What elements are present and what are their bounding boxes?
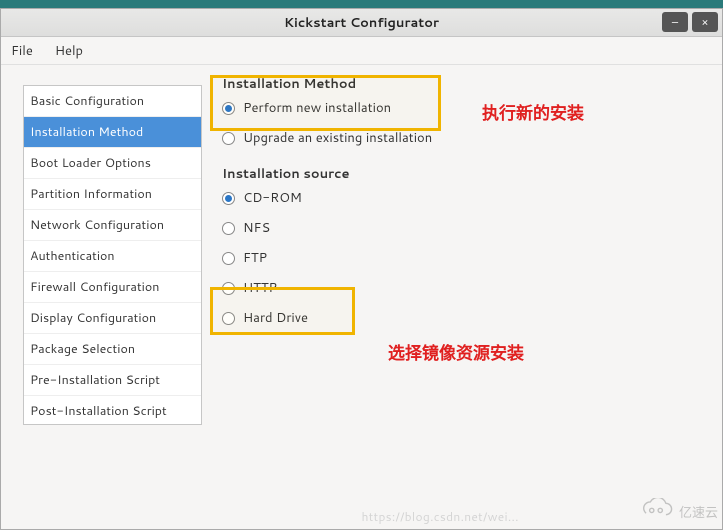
minimize-button[interactable]: –	[662, 12, 688, 32]
menu-file[interactable]: File	[7, 40, 37, 62]
menubar: File Help	[1, 37, 722, 65]
sidebar-item-firewall-configuration[interactable]: Firewall Configuration	[24, 272, 201, 303]
sidebar: Basic Configuration Installation Method …	[23, 85, 202, 425]
installation-method-title: Installation Method	[210, 75, 722, 93]
body: Basic Configuration Installation Method …	[1, 65, 722, 529]
radio-harddrive-icon	[222, 312, 235, 325]
option-nfs[interactable]: NFS	[210, 213, 722, 243]
installation-source-section: Installation source CD-ROM NFS FTP HTTP	[210, 165, 722, 333]
sidebar-item-installation-method[interactable]: Installation Method	[24, 117, 201, 148]
option-upgrade[interactable]: Upgrade an existing installation	[210, 123, 722, 153]
option-upgrade-label: Upgrade an existing installation	[243, 129, 432, 147]
window-title: Kickstart Configurator	[1, 14, 722, 32]
installation-source-title: Installation source	[210, 165, 722, 183]
sidebar-item-partition-information[interactable]: Partition Information	[24, 179, 201, 210]
content: Installation Method Perform new installa…	[202, 65, 722, 529]
option-harddrive[interactable]: Hard Drive	[210, 303, 722, 333]
window-buttons: – ×	[662, 12, 718, 32]
watermark-url: https://blog.csdn.net/wei...	[362, 508, 519, 525]
option-cdrom[interactable]: CD-ROM	[210, 183, 722, 213]
watermark: 亿速云	[639, 498, 718, 525]
sidebar-item-boot-loader-options[interactable]: Boot Loader Options	[24, 148, 201, 179]
option-ftp[interactable]: FTP	[210, 243, 722, 273]
close-button[interactable]: ×	[692, 12, 718, 32]
sidebar-item-package-selection[interactable]: Package Selection	[24, 334, 201, 365]
titlebar: Kickstart Configurator – ×	[1, 9, 722, 37]
radio-perform-new-icon	[222, 102, 235, 115]
sidebar-item-network-configuration[interactable]: Network Configuration	[24, 210, 201, 241]
sidebar-item-authentication[interactable]: Authentication	[24, 241, 201, 272]
menu-help[interactable]: Help	[51, 40, 87, 62]
option-harddrive-label: Hard Drive	[243, 309, 308, 327]
radio-http-icon	[222, 282, 235, 295]
option-cdrom-label: CD-ROM	[243, 189, 302, 207]
sidebar-item-basic-configuration[interactable]: Basic Configuration	[24, 86, 201, 117]
option-perform-new-label: Perform new installation	[243, 99, 391, 117]
option-ftp-label: FTP	[243, 249, 267, 267]
cloud-icon	[639, 498, 673, 525]
radio-ftp-icon	[222, 252, 235, 265]
watermark-brand: 亿速云	[679, 502, 718, 522]
option-perform-new[interactable]: Perform new installation	[210, 93, 722, 123]
option-http-label: HTTP	[243, 279, 277, 297]
installation-method-section: Installation Method Perform new installa…	[210, 75, 722, 153]
radio-nfs-icon	[222, 222, 235, 235]
window: Kickstart Configurator – × File Help Bas…	[0, 8, 723, 530]
option-http[interactable]: HTTP	[210, 273, 722, 303]
radio-upgrade-icon	[222, 132, 235, 145]
sidebar-item-pre-installation-script[interactable]: Pre-Installation Script	[24, 365, 201, 396]
sidebar-item-post-installation-script[interactable]: Post-Installation Script	[24, 396, 201, 425]
option-nfs-label: NFS	[243, 219, 270, 237]
sidebar-item-display-configuration[interactable]: Display Configuration	[24, 303, 201, 334]
annotation-install-source: 选择镜像资源安装	[388, 339, 524, 365]
radio-cdrom-icon	[222, 192, 235, 205]
